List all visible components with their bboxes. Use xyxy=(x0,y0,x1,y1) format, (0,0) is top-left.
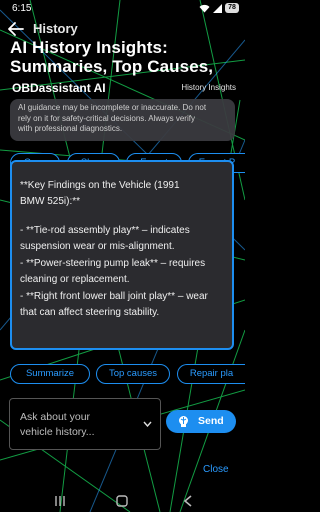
result-line: that can affect steering stability. xyxy=(20,307,160,318)
result-line: - **Power-steering pump leak** – require… xyxy=(20,258,206,269)
ask-placeholder-line-2: vehicle history... xyxy=(20,426,95,438)
disclaimer-line-2: rely on it for safety-critical decisions… xyxy=(18,113,195,123)
disclaimer-banner: AI guidance may be incomplete or inaccur… xyxy=(10,99,235,141)
status-time: 6:15 xyxy=(12,3,32,14)
repair-plan-button[interactable]: Repair pla xyxy=(177,364,245,384)
summarize-button[interactable]: Summarize xyxy=(10,364,90,384)
ai-result-panel[interactable]: **Key Findings on the Vehicle (1991 BMW … xyxy=(10,160,234,350)
arrow-left-icon[interactable] xyxy=(8,22,24,36)
top-causes-button[interactable]: Top causes xyxy=(96,364,170,384)
chevron-down-icon[interactable] xyxy=(143,421,152,427)
result-line: suspension wear or mis-alignment. xyxy=(20,241,175,252)
page-title-line-2: Summaries, Top Causes, xyxy=(10,57,214,76)
system-nav-bar xyxy=(0,490,245,512)
close-button[interactable]: Close xyxy=(203,464,229,475)
ask-history-dropdown[interactable]: Ask about your vehicle history... xyxy=(9,398,161,450)
app-name: OBDassistant AI xyxy=(12,81,106,95)
result-line: **Key Findings on the Vehicle (1991 xyxy=(20,180,180,191)
brain-icon xyxy=(179,416,188,427)
wifi-icon xyxy=(199,4,210,12)
status-icons: 78 xyxy=(199,3,239,13)
disclaimer-line-1: AI guidance may be incomplete or inaccur… xyxy=(18,103,207,112)
header-title: History xyxy=(33,21,78,36)
battery-icon: 78 xyxy=(225,3,239,13)
status-bar: 6:15 78 xyxy=(0,0,245,20)
result-line: - **Right front lower ball joint play** … xyxy=(20,291,208,302)
result-line: BMW 525i):** xyxy=(20,196,81,207)
app-header: History xyxy=(0,21,245,37)
page-title-line-1: AI History Insights: xyxy=(10,38,168,57)
app-subtitle: History Insights xyxy=(181,83,236,92)
send-label: Send xyxy=(198,415,224,427)
result-line: - **Tie-rod assembly play** – indicates xyxy=(20,225,190,236)
home-icon[interactable] xyxy=(116,495,128,507)
result-line: cleaning or replacement. xyxy=(20,274,130,285)
ask-placeholder-line-1: Ask about your xyxy=(20,411,91,423)
send-button[interactable]: Send xyxy=(166,410,236,433)
back-nav-icon[interactable] xyxy=(183,495,193,507)
page-title: AI History Insights: Summaries, Top Caus… xyxy=(10,38,242,76)
recent-apps-icon[interactable] xyxy=(54,495,66,507)
disclaimer-line-3: with professional diagnostics. xyxy=(18,124,123,133)
signal-icon xyxy=(213,3,222,13)
